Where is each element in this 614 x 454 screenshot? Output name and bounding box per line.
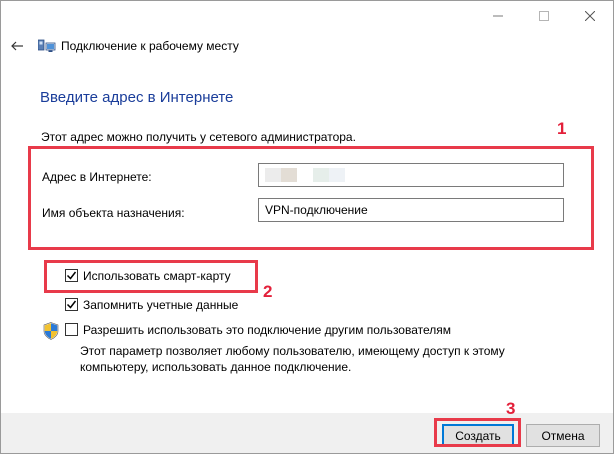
share-label[interactable]: Разрешить использовать это подключение д…	[83, 323, 451, 337]
cancel-button[interactable]: Отмена	[526, 424, 600, 447]
remember-checkbox[interactable]	[65, 298, 78, 311]
annotation-badge-1: 1	[557, 119, 567, 138]
annotation-badge-2: 2	[263, 282, 273, 301]
remember-label[interactable]: Запомнить учетные данные	[83, 298, 238, 312]
annotation-badge-3: 3	[506, 399, 516, 418]
close-icon[interactable]	[567, 1, 613, 31]
checkmark-icon	[66, 271, 77, 280]
smartcard-checkbox[interactable]	[65, 269, 78, 282]
hint-text: Этот адрес можно получить у сетевого адм…	[41, 130, 356, 144]
minimize-icon[interactable]	[475, 1, 521, 31]
page-heading: Введите адрес в Интернете	[40, 89, 234, 106]
address-label: Адрес в Интернете:	[42, 170, 152, 184]
create-button[interactable]: Создать	[442, 424, 514, 447]
share-checkbox[interactable]	[65, 323, 78, 336]
destination-input[interactable]: VPN-подключение	[258, 198, 564, 222]
maximize-icon[interactable]	[521, 1, 567, 31]
window-title: Подключение к рабочему месту	[61, 39, 239, 53]
address-input[interactable]	[258, 163, 564, 187]
uac-shield-icon	[43, 322, 59, 340]
smartcard-label[interactable]: Использовать смарт-карту	[83, 269, 231, 283]
share-description-line-2: компьютеру, использовать данное подключе…	[80, 360, 352, 374]
button-bar	[1, 413, 613, 453]
checkmark-icon	[66, 300, 77, 309]
network-connection-icon	[37, 38, 56, 54]
dialog-window: Подключение к рабочему месту Введите адр…	[0, 0, 614, 454]
title-bar-controls	[475, 1, 613, 31]
destination-label: Имя объекта назначения:	[42, 206, 185, 220]
back-arrow-icon[interactable]	[9, 38, 25, 54]
redacted-address	[265, 168, 345, 182]
share-description-line-1: Этот параметр позволяет любому пользоват…	[80, 344, 505, 358]
